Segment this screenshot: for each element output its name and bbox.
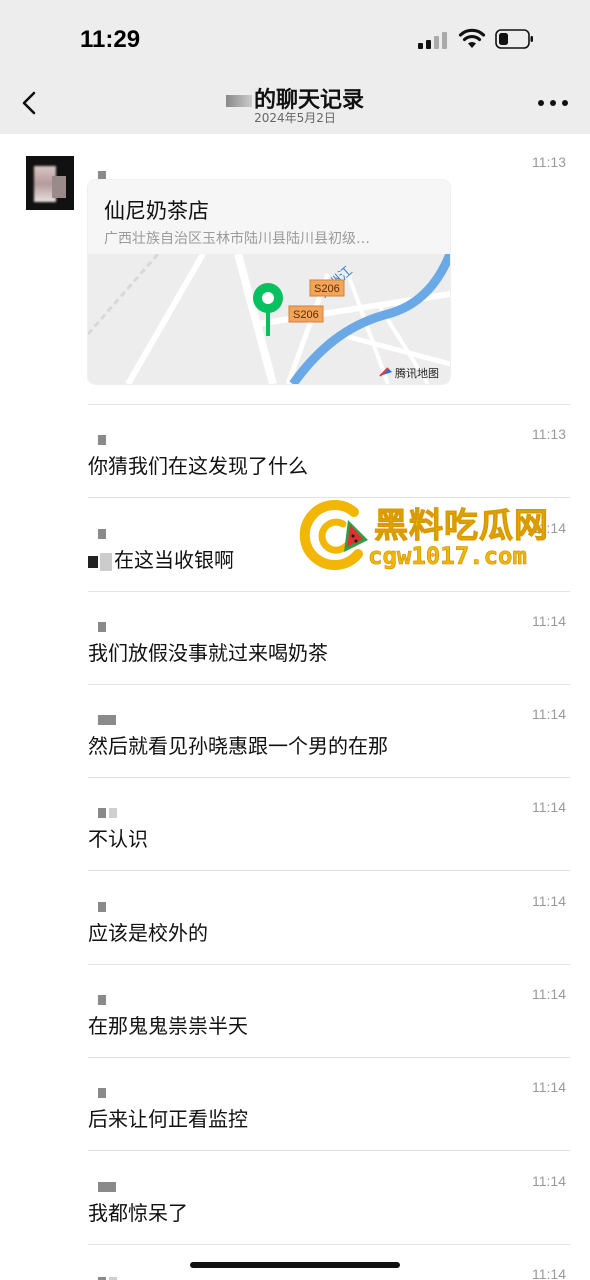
message-text: 然后就看见孙晓惠跟一个男的在那 [88, 734, 388, 758]
message-5: 11:14 不认识 [88, 799, 570, 873]
status-bar: 11:29 [0, 0, 590, 72]
message-1: 11:13 你猜我们在这发现了什么 [88, 426, 570, 500]
message-7: 11:14 在那鬼鬼祟祟半天 [88, 986, 570, 1060]
more-options-icon[interactable] [538, 100, 568, 108]
redacted-name [225, 95, 252, 107]
message-time: 11:14 [532, 893, 566, 909]
battery-icon [495, 29, 533, 49]
divider [88, 777, 570, 778]
message-time: 11:13 [532, 426, 566, 442]
location-card[interactable]: 仙尼奶茶店 广西壮族自治区玉林市陆川县陆川县初级… 九洲江 S206 S206 [88, 180, 450, 384]
message-text: 应该是校外的 [88, 921, 208, 945]
location-card-header: 仙尼奶茶店 广西壮族自治区玉林市陆川县陆川县初级… [88, 180, 450, 254]
message-9: 11:14 我都惊呆了 [88, 1173, 570, 1247]
watermark: 黑料吃瓜网 cgw1017.com [298, 496, 568, 576]
watermelon-logo-icon [299, 500, 368, 571]
message-time: 11:14 [532, 986, 566, 1002]
sender-name-redacted [98, 524, 109, 539]
sender-name-redacted [98, 1083, 109, 1098]
divider [88, 1244, 570, 1245]
message-text: 我们放假没事就过来喝奶茶 [88, 641, 328, 665]
watermark-url: cgw1017.com [368, 542, 528, 571]
location-address: 广西壮族自治区玉林市陆川县陆川县初级… [104, 231, 370, 247]
chat-date: 2024年5月2日 [254, 111, 336, 125]
sender-name-redacted [98, 430, 109, 445]
message-time: 11:14 [532, 706, 566, 722]
message-time: 11:14 [532, 1173, 566, 1189]
message-time: 11:14 [532, 1266, 566, 1280]
sender-name-redacted [98, 897, 109, 912]
map-preview[interactable]: 九洲江 S206 S206 腾讯地图 [88, 252, 450, 384]
sender-name-redacted [98, 166, 109, 181]
road-label-1: S206 [314, 283, 340, 295]
sender-name-redacted [98, 990, 109, 1005]
sender-name-redacted [98, 1272, 120, 1280]
message-text: 在这当收银啊 [88, 544, 234, 573]
divider [88, 591, 570, 592]
avatar[interactable] [26, 156, 74, 210]
watermark-title: 黑料吃瓜网 [374, 506, 549, 547]
divider [88, 870, 570, 871]
message-6: 11:14 应该是校外的 [88, 893, 570, 967]
message-text: 你猜我们在这发现了什么 [88, 454, 308, 478]
message-10: 11:14 [88, 1266, 570, 1280]
message-time: 11:14 [532, 613, 566, 629]
chat-header: 的聊天记录 2024年5月2日 [0, 72, 590, 134]
map-brand: 腾讯地图 [395, 366, 439, 380]
message-text: 在那鬼鬼祟祟半天 [88, 1014, 248, 1038]
message-text: 不认识 [88, 827, 148, 851]
map-drawing: 九洲江 S206 S206 腾讯地图 [88, 252, 450, 384]
message-time: 11:14 [532, 799, 566, 815]
message-8: 11:14 后来让何正看监控 [88, 1079, 570, 1153]
status-time: 11:29 [80, 26, 141, 53]
sender-name-redacted [98, 617, 109, 632]
message-time: 11:14 [532, 1079, 566, 1095]
message-3: 11:14 我们放假没事就过来喝奶茶 [88, 613, 570, 687]
wifi-icon [458, 28, 486, 48]
message-text: 后来让何正看监控 [88, 1107, 248, 1131]
message-text: 我都惊呆了 [88, 1201, 188, 1225]
message-4: 11:14 然后就看见孙晓惠跟一个男的在那 [88, 706, 570, 780]
divider [88, 404, 570, 405]
home-indicator[interactable] [190, 1262, 400, 1268]
sender-name-redacted [98, 1177, 119, 1192]
divider [88, 684, 570, 685]
sender-name-redacted [98, 710, 119, 725]
divider [88, 964, 570, 965]
cellular-signal-icon [418, 31, 450, 49]
location-name: 仙尼奶茶店 [104, 199, 209, 223]
divider [88, 1057, 570, 1058]
message-time: 11:13 [532, 154, 566, 170]
sender-name-redacted [98, 803, 120, 818]
road-label-2: S206 [293, 309, 319, 321]
divider [88, 1150, 570, 1151]
